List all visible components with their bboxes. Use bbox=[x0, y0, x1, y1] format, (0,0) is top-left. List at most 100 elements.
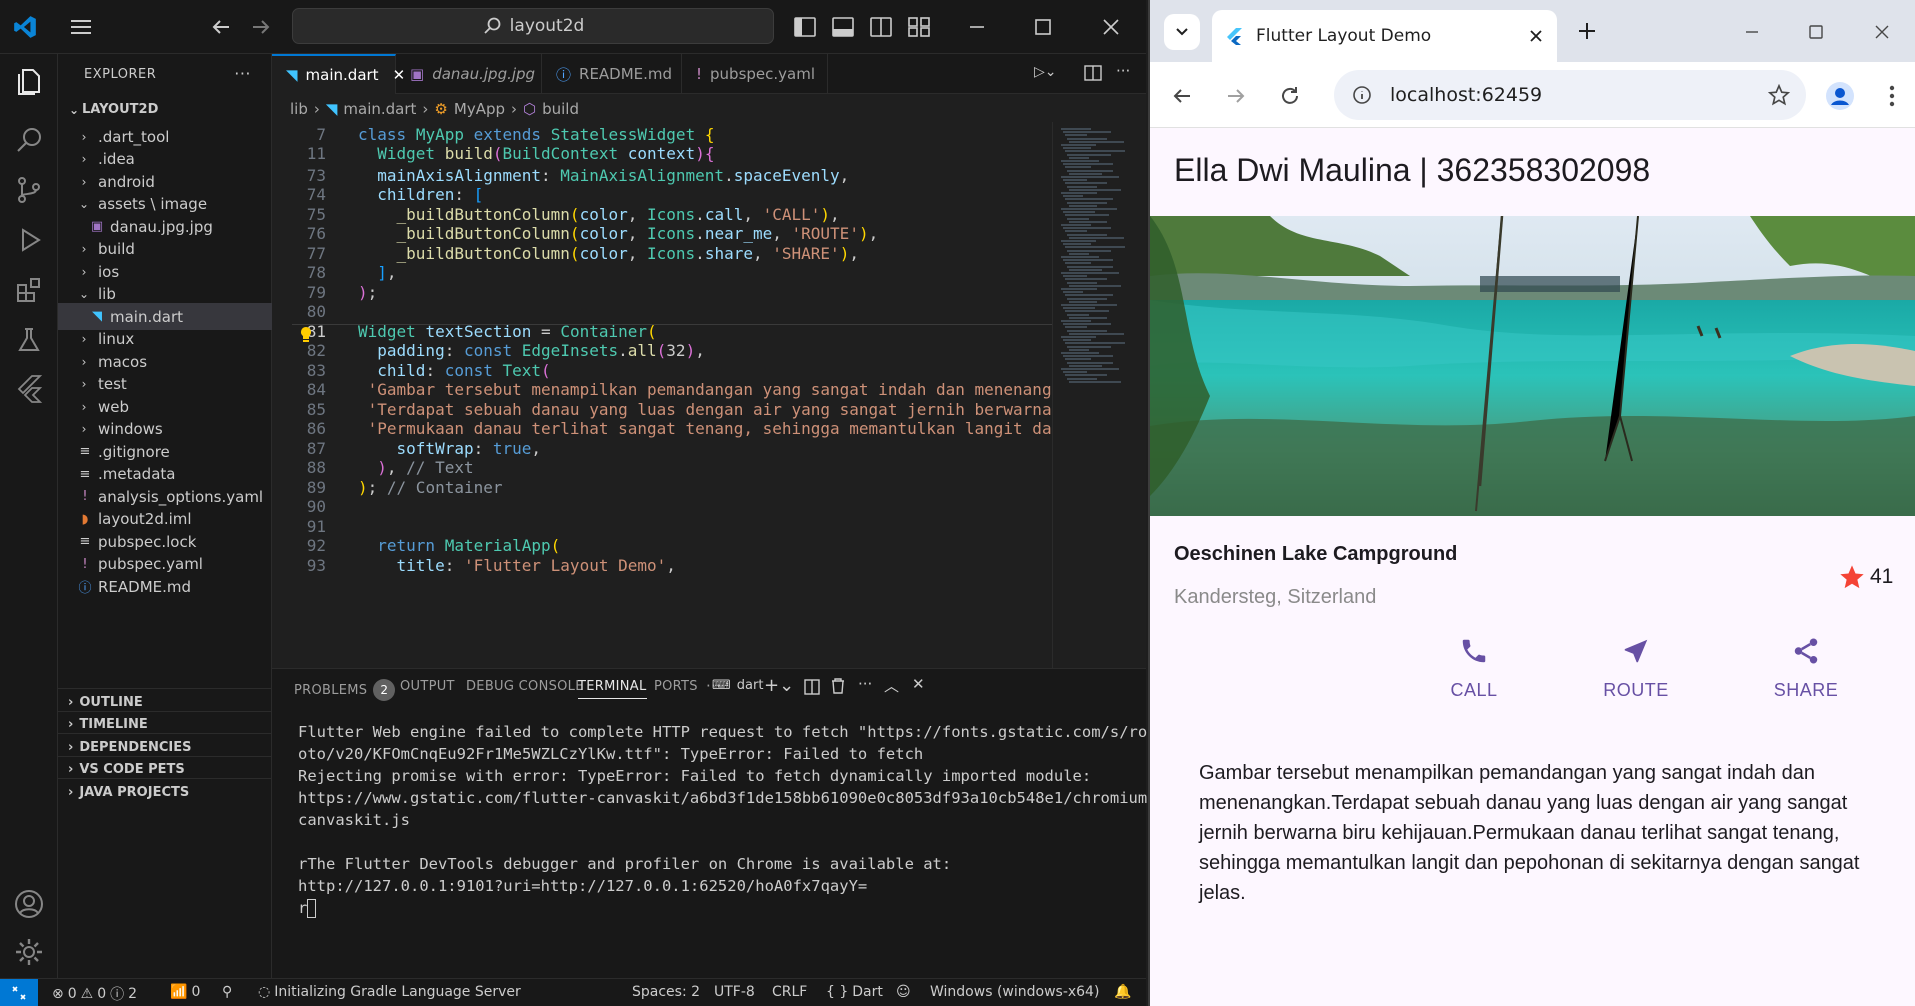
chevron-right-icon: › bbox=[81, 242, 87, 256]
terminal-output[interactable]: Flutter Web engine failed to complete HT… bbox=[298, 721, 1157, 919]
ports-status[interactable]: 📶 0 bbox=[170, 984, 200, 1000]
flutter-icon[interactable] bbox=[13, 372, 45, 404]
trash-icon[interactable] bbox=[830, 677, 846, 695]
close-tab-icon[interactable] bbox=[1529, 29, 1543, 43]
vscode-logo-icon bbox=[12, 14, 38, 40]
editor-more-icon[interactable]: ··· bbox=[1116, 62, 1130, 80]
maximize-icon[interactable] bbox=[1030, 14, 1056, 40]
reload-icon[interactable] bbox=[1276, 82, 1304, 110]
debug-status-icon[interactable]: ⚲ bbox=[222, 984, 232, 1000]
tab-ports[interactable]: PORTS bbox=[654, 679, 698, 694]
device-status[interactable]: Windows (windows-x64) bbox=[930, 984, 1099, 1000]
terminal-shell-selector[interactable]: ⌨ dart bbox=[712, 678, 763, 693]
close-window-icon[interactable] bbox=[1870, 20, 1894, 44]
tree-item-label: linux bbox=[98, 330, 135, 348]
tab-danau-jpg[interactable]: ▣ danau.jpg.jpg bbox=[396, 54, 542, 94]
panel-actions-more-icon[interactable]: ··· bbox=[858, 675, 872, 693]
minimize-icon[interactable] bbox=[1740, 20, 1764, 44]
minimap-line bbox=[1069, 300, 1097, 303]
breadcrumb-method[interactable]: build bbox=[542, 100, 579, 118]
tab-debug-console[interactable]: DEBUG CONSOLE bbox=[466, 679, 584, 694]
route-button[interactable]: ROUTE bbox=[1576, 636, 1696, 701]
remote-indicator[interactable] bbox=[0, 979, 38, 1006]
profile-avatar-icon[interactable] bbox=[1822, 78, 1858, 114]
toggle-secondary-sidebar-icon[interactable] bbox=[868, 14, 894, 40]
forward-arrow-icon[interactable] bbox=[248, 14, 274, 40]
close-panel-icon[interactable]: ✕ bbox=[912, 675, 925, 693]
search-icon bbox=[482, 16, 502, 36]
testing-icon[interactable] bbox=[13, 324, 45, 356]
share-button[interactable]: SHARE bbox=[1746, 636, 1866, 701]
code-editor[interactable]: 7 class MyApp extends StatelessWidget {11… bbox=[272, 122, 1052, 668]
toggle-panel-icon[interactable] bbox=[830, 14, 856, 40]
back-arrow-icon[interactable] bbox=[1168, 82, 1196, 110]
minimap-line bbox=[1067, 281, 1097, 284]
breadcrumb-lib[interactable]: lib bbox=[290, 100, 308, 118]
chevron-right-icon: › bbox=[81, 264, 87, 279]
eol-status[interactable]: CRLF bbox=[772, 984, 807, 1000]
chrome-menu-icon[interactable] bbox=[1880, 82, 1904, 110]
menu-icon[interactable] bbox=[68, 14, 94, 40]
file-lines-icon: ≡ bbox=[79, 466, 91, 482]
tree-item-label: pubspec.yaml bbox=[98, 555, 203, 573]
extensions-icon[interactable] bbox=[13, 274, 45, 306]
tab-pubspec-yaml[interactable]: ! pubspec.yaml bbox=[682, 54, 828, 94]
source-control-icon[interactable] bbox=[13, 174, 45, 206]
tab-main-dart[interactable]: ◥ main.dart ✕ bbox=[272, 54, 405, 94]
command-center-search[interactable]: layout2d bbox=[292, 8, 774, 44]
new-terminal-icon[interactable]: +⌄ bbox=[764, 675, 794, 696]
minimap-line bbox=[1063, 291, 1083, 294]
breadcrumb-class[interactable]: MyApp bbox=[454, 100, 505, 118]
tab-output[interactable]: OUTPUT bbox=[400, 679, 455, 694]
tab-problems[interactable]: PROBLEMS 2 bbox=[294, 679, 396, 701]
split-terminal-icon[interactable] bbox=[804, 678, 820, 696]
customize-layout-icon[interactable] bbox=[906, 14, 932, 40]
bookmark-star-icon[interactable] bbox=[1768, 84, 1790, 106]
run-debug-icon[interactable] bbox=[13, 224, 45, 256]
section-java-projects[interactable]: › JAVA PROJECTS bbox=[58, 778, 272, 805]
maximize-panel-icon[interactable]: ︿ bbox=[884, 675, 899, 696]
explorer-icon[interactable] bbox=[13, 66, 45, 98]
language-status[interactable]: { } Dart bbox=[826, 984, 883, 1000]
encoding-status[interactable]: UTF-8 bbox=[714, 984, 755, 1000]
more-actions-icon[interactable]: ··· bbox=[234, 64, 251, 83]
problems-status[interactable]: ⊗ 0 ⚠ 0 ⓘ 2 bbox=[52, 984, 137, 1004]
toggle-sidebar-icon[interactable] bbox=[792, 14, 818, 40]
forward-arrow-icon[interactable] bbox=[1222, 82, 1250, 110]
minimap-line bbox=[1065, 342, 1125, 345]
status-bar: ⊗ 0 ⚠ 0 ⓘ 2 📶 0 ⚲ ◌ Initializing Gradle Langu… bbox=[0, 978, 1146, 1006]
account-icon[interactable] bbox=[13, 888, 45, 920]
call-button[interactable]: CALL bbox=[1414, 636, 1534, 701]
chevron-right-icon: › bbox=[81, 354, 87, 369]
tab-terminal[interactable]: TERMINAL bbox=[578, 679, 647, 699]
chevron-down-icon: ⌄ bbox=[78, 197, 90, 211]
settings-gear-icon[interactable] bbox=[13, 936, 45, 968]
lightbulb-icon[interactable] bbox=[298, 326, 314, 344]
close-icon[interactable] bbox=[1098, 14, 1124, 40]
notifications-icon[interactable]: 🔔 bbox=[1114, 984, 1131, 1000]
minimize-icon[interactable] bbox=[964, 14, 990, 40]
indentation-status[interactable]: Spaces: 2 bbox=[632, 984, 700, 1000]
run-debug-dropdown-icon[interactable]: ▷⌄ bbox=[1034, 64, 1057, 80]
star-icon[interactable] bbox=[1838, 563, 1866, 591]
title-bar: layout2d bbox=[0, 0, 1146, 54]
address-bar[interactable]: localhost:62459 bbox=[1334, 70, 1806, 120]
tab-search-dropdown-icon[interactable] bbox=[1164, 14, 1200, 50]
vscode-window: layout2d EXPLORER ··· ⌄ LAYOUT2D › .dart_… bbox=[0, 0, 1157, 1006]
tab-readme[interactable]: ⓘ README.md bbox=[542, 54, 682, 94]
new-tab-icon[interactable] bbox=[1572, 16, 1602, 46]
split-editor-icon[interactable] bbox=[1084, 64, 1102, 82]
chrome-window: Flutter Layout Demo localhost:62459 Ella… bbox=[1148, 0, 1915, 1006]
browser-tab[interactable]: Flutter Layout Demo bbox=[1212, 10, 1557, 62]
site-info-icon[interactable] bbox=[1352, 85, 1372, 105]
chevron-right-icon: › bbox=[81, 377, 87, 391]
tree-item-readme-md[interactable]: ⓘ README.md bbox=[58, 573, 272, 600]
breadcrumb-file[interactable]: main.dart bbox=[343, 100, 416, 118]
minimap[interactable] bbox=[1052, 122, 1146, 668]
copilot-icon[interactable]: ☺ bbox=[896, 984, 911, 1000]
back-arrow-icon[interactable] bbox=[208, 14, 234, 40]
tree-item-label: .metadata bbox=[98, 465, 176, 483]
root-folder[interactable]: ⌄ LAYOUT2D bbox=[58, 96, 272, 123]
maximize-icon[interactable] bbox=[1804, 20, 1828, 44]
search-icon[interactable] bbox=[13, 124, 45, 156]
